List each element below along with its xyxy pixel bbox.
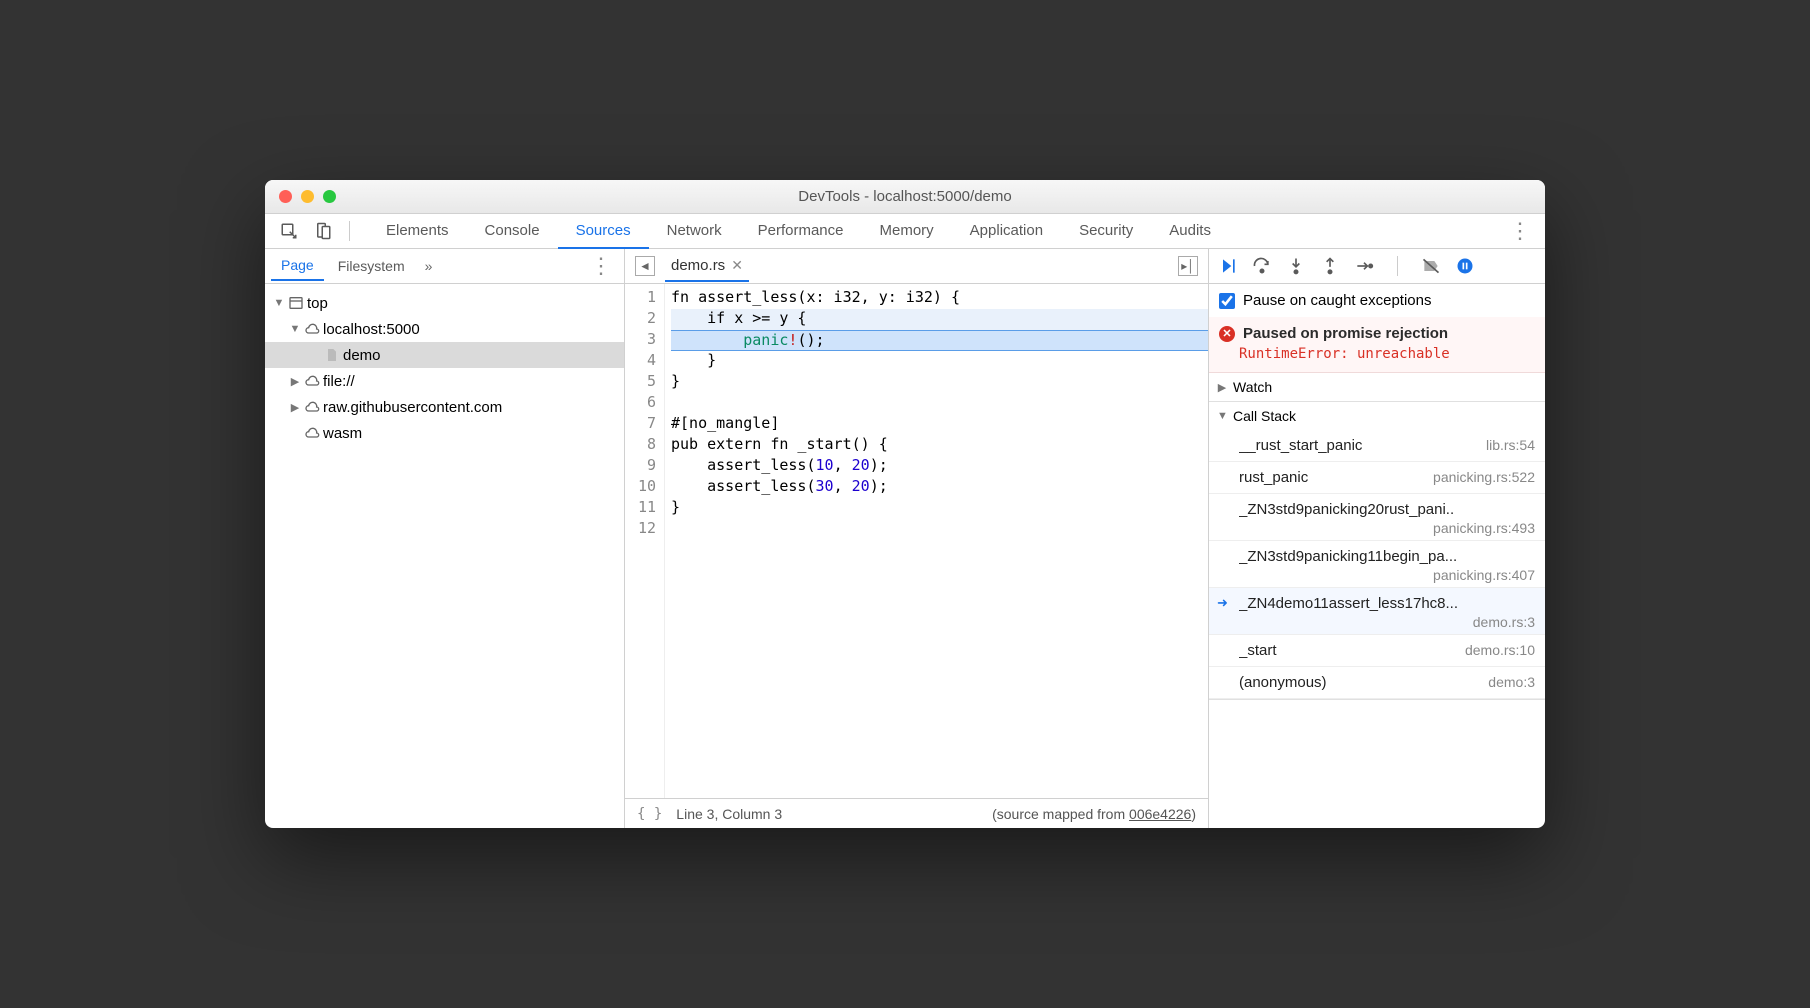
tree-item[interactable]: ▶raw.githubusercontent.com [265,394,624,420]
close-icon[interactable] [279,190,292,203]
file-tab-label: demo.rs [671,257,725,274]
debugger-toolbar [1209,249,1545,284]
stack-frame[interactable]: demo.rs:10_start [1209,635,1545,667]
callstack-section-header[interactable]: ▼Call Stack [1209,402,1545,430]
tab-audits[interactable]: Audits [1151,214,1229,249]
pause-on-caught-label: Pause on caught exceptions [1243,292,1431,309]
tree-item[interactable]: ▶file:// [265,368,624,394]
tab-sources[interactable]: Sources [558,214,649,249]
resume-icon[interactable] [1217,255,1239,277]
line-gutter[interactable]: 123456789101112 [625,284,665,798]
file-icon [321,347,343,363]
debugger-panel: Pause on caught exceptions ✕ Paused on p… [1209,249,1545,828]
sidebar-tab-page[interactable]: Page [271,251,324,281]
source-map-info: (source mapped from 006e4226) [992,806,1196,822]
paused-notice: ✕ Paused on promise rejection RuntimeErr… [1209,317,1545,373]
stack-frame[interactable]: _ZN3std9panicking20rust_pani..panicking.… [1209,494,1545,541]
stack-frame[interactable]: panicking.rs:522rust_panic [1209,462,1545,494]
error-icon: ✕ [1219,326,1235,342]
window-icon [285,295,307,311]
main-tabs: ElementsConsoleSourcesNetworkPerformance… [368,214,1229,249]
tab-security[interactable]: Security [1061,214,1151,249]
sidebar-tab-filesystem[interactable]: Filesystem [328,252,415,280]
cloud-icon [301,425,323,441]
tab-console[interactable]: Console [467,214,558,249]
deactivate-breakpoints-icon[interactable] [1420,255,1442,277]
tree-item[interactable]: wasm [265,420,624,446]
tab-network[interactable]: Network [649,214,740,249]
file-tab[interactable]: demo.rs ✕ [665,251,749,282]
pause-on-caught-checkbox[interactable] [1219,293,1235,309]
paused-title: Paused on promise rejection [1243,325,1448,342]
toolbar-menu-icon[interactable]: ⋮ [1503,218,1537,244]
callstack-list: lib.rs:54__rust_start_panicpanicking.rs:… [1209,430,1545,699]
minimize-icon[interactable] [301,190,314,203]
inspect-icon[interactable] [279,221,299,241]
titlebar: DevTools - localhost:5000/demo [265,180,1545,214]
stack-frame[interactable]: demo:3(anonymous) [1209,667,1545,699]
watch-section-header[interactable]: ▶Watch [1209,373,1545,401]
window-controls [279,190,336,203]
cursor-position: Line 3, Column 3 [676,806,782,822]
pause-exceptions-icon[interactable] [1454,255,1476,277]
tab-elements[interactable]: Elements [368,214,467,249]
cloud-icon [301,399,323,415]
device-toolbar-icon[interactable] [313,221,333,241]
source-editor: ◄ demo.rs ✕ ▸│ 123456789101112 fn assert… [625,249,1209,828]
window-title: DevTools - localhost:5000/demo [265,188,1545,205]
pretty-print-icon[interactable]: { } [637,806,662,822]
navigate-back-icon[interactable]: ◄ [635,256,655,276]
editor-status: { } Line 3, Column 3 (source mapped from… [625,798,1208,828]
navigate-forward-icon[interactable]: ▸│ [1178,256,1198,276]
source-map-link[interactable]: 006e4226 [1129,806,1191,822]
close-tab-icon[interactable]: ✕ [731,257,743,274]
sidebar-overflow-icon[interactable]: » [419,258,439,274]
tree-item[interactable]: ▼localhost:5000 [265,316,624,342]
pause-on-caught-row[interactable]: Pause on caught exceptions [1209,284,1545,317]
tab-application[interactable]: Application [952,214,1061,249]
tree-item[interactable]: ▼top [265,290,624,316]
code-lines[interactable]: fn assert_less(x: i32, y: i32) { if x >=… [665,284,1208,798]
tree-item[interactable]: demo [265,342,624,368]
maximize-icon[interactable] [323,190,336,203]
stack-frame[interactable]: lib.rs:54__rust_start_panic [1209,430,1545,462]
tab-memory[interactable]: Memory [862,214,952,249]
main-toolbar: ElementsConsoleSourcesNetworkPerformance… [265,214,1545,249]
step-icon[interactable] [1353,255,1375,277]
step-out-icon[interactable] [1319,255,1341,277]
stack-frame[interactable]: _ZN3std9panicking11begin_pa...panicking.… [1209,541,1545,588]
sidebar-menu-icon[interactable]: ⋮ [584,253,618,279]
navigator-sidebar: Page Filesystem » ⋮ ▼top▼localhost:5000d… [265,249,625,828]
step-over-icon[interactable] [1251,255,1273,277]
paused-message: RuntimeError: unreachable [1239,346,1535,362]
step-into-icon[interactable] [1285,255,1307,277]
devtools-window: DevTools - localhost:5000/demo ElementsC… [265,180,1545,828]
cloud-icon [301,321,323,337]
code-area[interactable]: 123456789101112 fn assert_less(x: i32, y… [625,284,1208,798]
stack-frame[interactable]: _ZN4demo11assert_less17hc8...demo.rs:3 [1209,588,1545,635]
tab-performance[interactable]: Performance [740,214,862,249]
cloud-icon [301,373,323,389]
file-tree: ▼top▼localhost:5000demo▶file://▶raw.gith… [265,284,624,828]
